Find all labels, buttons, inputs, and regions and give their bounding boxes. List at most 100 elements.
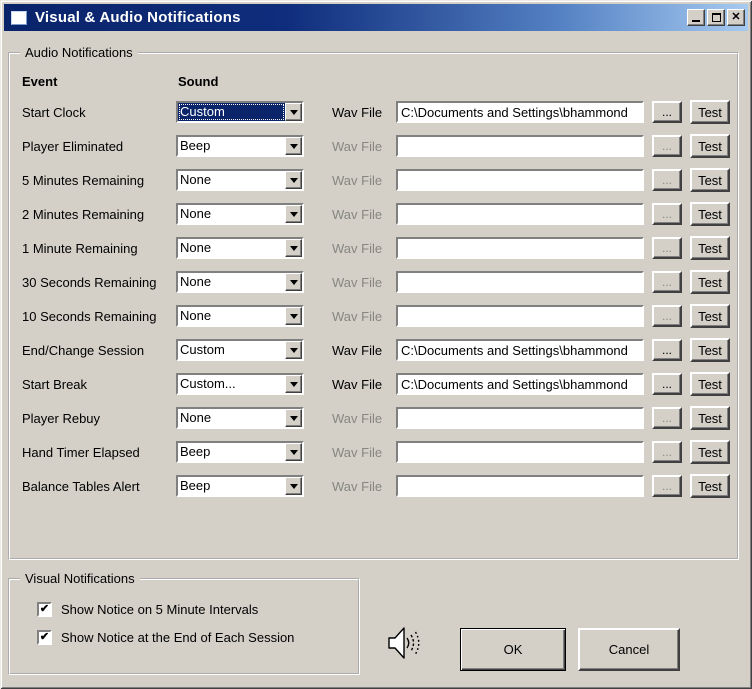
browse-button[interactable]: ... [652,475,682,497]
wav-file-input[interactable] [396,305,644,327]
wav-file-label: Wav File [332,240,383,256]
sound-select-value: Beep [180,138,211,153]
sound-select-value: Beep [180,478,211,493]
browse-button[interactable]: ... [652,135,682,157]
chevron-down-icon[interactable] [285,409,302,427]
chevron-down-icon[interactable] [285,443,302,461]
wav-file-input[interactable] [396,135,644,157]
wav-file-input[interactable] [396,237,644,259]
browse-button[interactable]: ... [652,373,682,395]
sound-select[interactable]: None [176,271,304,293]
chevron-down-icon[interactable] [285,137,302,155]
ok-button[interactable]: OK [460,628,566,671]
wav-file-input[interactable] [396,271,644,293]
visual-group-legend: Visual Notifications [20,571,140,587]
end-session-checkbox[interactable]: ✔ [37,630,52,645]
dropdown-arrow-glyph [289,279,298,285]
test-button[interactable]: Test [690,440,730,464]
chevron-down-icon[interactable] [285,477,302,495]
audio-row: 5 Minutes Remaining None Wav File ... Te… [22,168,730,192]
column-header-event: Event [22,74,58,89]
browse-button[interactable]: ... [652,441,682,463]
test-button[interactable]: Test [690,406,730,430]
end-session-label: Show Notice at the End of Each Session [61,630,295,645]
chevron-down-icon[interactable] [285,273,302,291]
audio-row: Player Eliminated Beep Wav File ... Test [22,134,730,158]
sound-select[interactable]: Beep [176,135,304,157]
wav-file-input[interactable] [396,169,644,191]
test-button[interactable]: Test [690,474,730,498]
wav-file-input[interactable] [396,441,644,463]
dropdown-arrow-glyph [289,313,298,319]
chevron-down-icon[interactable] [285,205,302,223]
test-button[interactable]: Test [690,270,730,294]
cancel-button[interactable]: Cancel [578,628,680,671]
speaker-icon [386,622,426,669]
event-label: Player Eliminated [22,138,124,154]
test-button[interactable]: Test [690,236,730,260]
wav-file-input[interactable] [396,339,644,361]
chevron-down-icon[interactable] [285,103,302,121]
sound-select-value: Custom... [180,376,236,391]
chevron-down-icon[interactable] [285,171,302,189]
sound-select[interactable]: Custom [176,101,304,123]
audio-row: 30 Seconds Remaining None Wav File ... T… [22,270,730,294]
test-button[interactable]: Test [690,338,730,362]
browse-button[interactable]: ... [652,101,682,123]
audio-row: Start Break Custom... Wav File ... Test [22,372,730,396]
five-minute-interval-checkbox[interactable]: ✔ [37,602,52,617]
wav-file-input[interactable] [396,407,644,429]
audio-group-legend: Audio Notifications [20,45,138,61]
dropdown-arrow-glyph [289,483,298,489]
wav-file-input[interactable] [396,203,644,225]
wav-file-input[interactable] [396,475,644,497]
browse-button[interactable]: ... [652,339,682,361]
browse-button[interactable]: ... [652,203,682,225]
browse-button[interactable]: ... [652,305,682,327]
test-button[interactable]: Test [690,304,730,328]
event-label: Player Rebuy [22,410,101,426]
sound-select[interactable]: None [176,169,304,191]
app-icon [11,10,27,25]
sound-select[interactable]: Custom... [176,373,304,395]
dropdown-arrow-glyph [289,177,298,183]
title-bar[interactable]: Visual & Audio Notifications ✕ [4,4,748,31]
chevron-down-icon[interactable] [285,375,302,393]
browse-button[interactable]: ... [652,169,682,191]
check-icon: ✔ [39,631,50,643]
test-button[interactable]: Test [690,100,730,124]
wav-file-input[interactable] [396,101,644,123]
sound-select[interactable]: None [176,203,304,225]
sound-select[interactable]: None [176,237,304,259]
event-label: 30 Seconds Remaining [22,274,157,290]
sound-select[interactable]: None [176,305,304,327]
wav-file-label: Wav File [332,138,383,154]
maximize-button[interactable] [707,9,725,26]
browse-button[interactable]: ... [652,407,682,429]
chevron-down-icon[interactable] [285,307,302,325]
test-button[interactable]: Test [690,134,730,158]
sound-select[interactable]: None [176,407,304,429]
test-button[interactable]: Test [690,168,730,192]
chevron-down-icon[interactable] [285,341,302,359]
audio-row: 10 Seconds Remaining None Wav File ... T… [22,304,730,328]
sound-select[interactable]: Custom [176,339,304,361]
dropdown-arrow-glyph [289,381,298,387]
event-label: Balance Tables Alert [22,478,140,494]
test-button[interactable]: Test [690,202,730,226]
window-title: Visual & Audio Notifications [35,9,241,26]
browse-button[interactable]: ... [652,237,682,259]
close-button[interactable]: ✕ [727,9,745,26]
dialog-window: Visual & Audio Notifications ✕ Audio Not… [0,0,752,689]
minimize-button[interactable] [687,9,705,26]
sound-select-value: Beep [180,444,211,459]
chevron-down-icon[interactable] [285,239,302,257]
wav-file-input[interactable] [396,373,644,395]
test-button[interactable]: Test [690,372,730,396]
sound-select[interactable]: Beep [176,475,304,497]
wav-file-label: Wav File [332,308,383,324]
sound-select[interactable]: Beep [176,441,304,463]
audio-row: Balance Tables Alert Beep Wav File ... T… [22,474,730,498]
audio-row: End/Change Session Custom Wav File ... T… [22,338,730,362]
browse-button[interactable]: ... [652,271,682,293]
